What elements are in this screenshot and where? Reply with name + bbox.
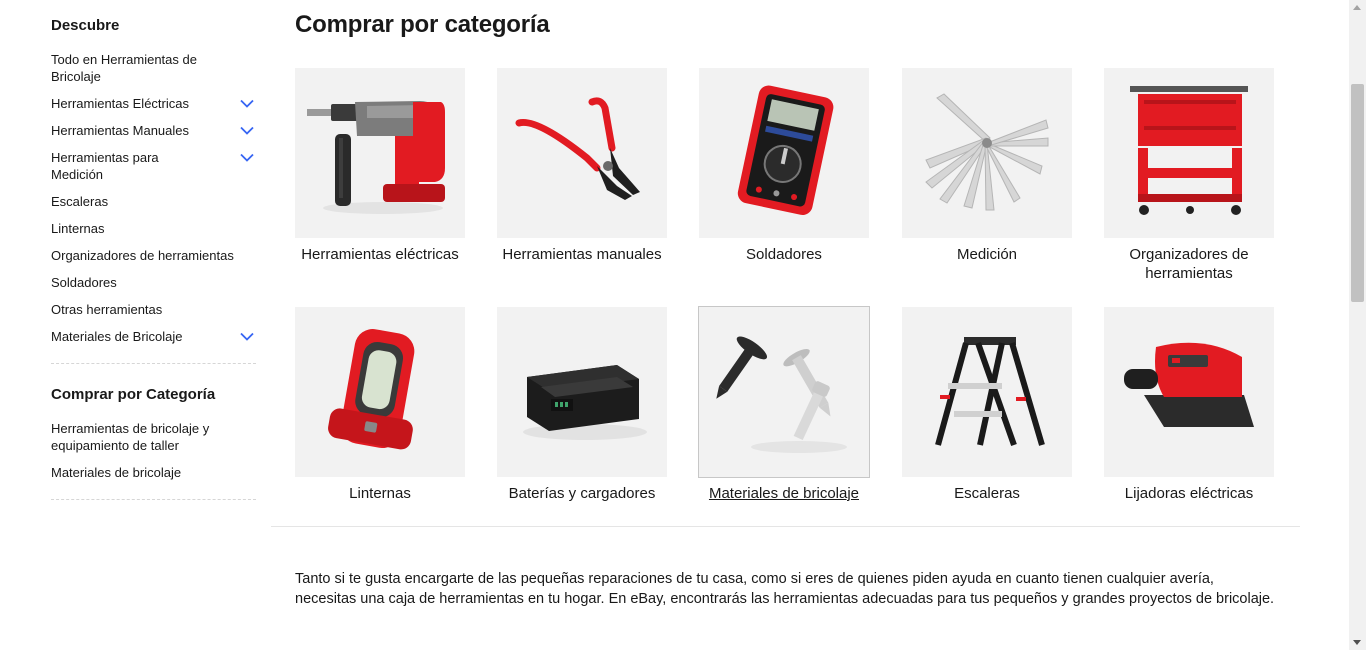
scrollbar-thumb[interactable]: [1351, 84, 1364, 302]
category-label: Soldadores: [746, 246, 822, 263]
sidebar-item-measuring-tools[interactable]: Herramientas para Medición: [51, 149, 256, 183]
category-label: Baterías y cargadores: [508, 485, 656, 502]
category-image: [295, 68, 465, 238]
rotary-hammer-drill-icon: [307, 101, 445, 214]
page-title: Comprar por categoría: [295, 11, 550, 38]
battery-pack-icon: [523, 365, 647, 440]
category-image: [1104, 68, 1274, 238]
sidebar-item-hand-tools[interactable]: Herramientas Manuales: [51, 122, 256, 139]
sidebar-item-soldering[interactable]: Soldadores: [51, 274, 256, 291]
sidebar-category-diy-workshop[interactable]: Herramientas de bricolaje y equipamiento…: [51, 420, 256, 454]
sidebar-item-label: Otras herramientas: [51, 302, 163, 317]
sidebar-item-flashlights[interactable]: Linternas: [51, 220, 256, 237]
page-scrollbar[interactable]: [1349, 0, 1366, 650]
feeler-gauge-icon: [925, 93, 1049, 211]
category-image: [902, 68, 1072, 238]
category-tile-flashlights[interactable]: Linternas: [295, 307, 465, 503]
shop-by-category-heading: Comprar por Categoría: [51, 386, 216, 403]
category-label: Lijadoras eléctricas: [1124, 485, 1254, 502]
sidebar-item-other-tools[interactable]: Otras herramientas: [51, 301, 256, 318]
category-label: Herramientas manuales: [502, 246, 662, 263]
category-tile-soldering[interactable]: Soldadores: [699, 68, 869, 264]
discover-heading: Descubre: [51, 17, 120, 34]
sidebar-item-tool-organizers[interactable]: Organizadores de herramientas: [51, 247, 256, 264]
category-tile-tool-organizers[interactable]: Organizadores de herramientas: [1104, 68, 1274, 283]
sidebar-item-power-tools[interactable]: Herramientas Eléctricas: [51, 95, 256, 112]
sidebar-item-label: Herramientas para Medición: [51, 150, 159, 182]
sidebar-divider: [51, 499, 256, 500]
scroll-down-arrow-icon[interactable]: [1353, 640, 1361, 645]
category-tile-sanders[interactable]: Lijadoras eléctricas: [1104, 307, 1274, 503]
screws-icon: [716, 336, 847, 453]
chevron-down-icon[interactable]: [240, 126, 254, 135]
sidebar-item-label: Organizadores de herramientas: [51, 248, 234, 263]
section-divider: [271, 526, 1300, 527]
detail-sander-icon: [1124, 342, 1254, 427]
category-tile-power-tools[interactable]: Herramientas eléctricas: [295, 68, 465, 264]
category-image: [295, 307, 465, 477]
sidebar-item-label: Soldadores: [51, 275, 117, 290]
sidebar-item-label: Escaleras: [51, 194, 109, 209]
sidebar-item-label: Todo en Herramientas de Bricolaje: [51, 52, 197, 84]
work-light-icon: [328, 329, 415, 450]
sidebar-item-label: Herramientas Manuales: [51, 123, 190, 138]
category-label: Materiales de bricolaje: [708, 485, 860, 502]
category-image: [698, 306, 870, 478]
category-tile-measuring[interactable]: Medición: [902, 68, 1072, 264]
scroll-up-arrow-icon[interactable]: [1353, 5, 1361, 10]
category-tile-batteries[interactable]: Baterías y cargadores: [497, 307, 667, 503]
pliers-icon: [515, 97, 640, 200]
category-label: Linternas: [349, 485, 411, 502]
category-image: [699, 68, 869, 238]
sidebar-item-label: Materiales de Bricolaje: [51, 329, 183, 344]
category-image: [497, 68, 667, 238]
sidebar-item-label: Herramientas de bricolaje y equipamiento…: [51, 421, 210, 453]
chevron-down-icon[interactable]: [240, 332, 254, 341]
category-image: [1104, 307, 1274, 477]
category-label: Organizadores de herramientas: [1129, 246, 1249, 282]
category-label: Escaleras: [954, 485, 1020, 502]
category-description: Tanto si te gusta encargarte de las pequ…: [295, 571, 1275, 607]
chevron-down-icon[interactable]: [240, 99, 254, 108]
category-label: Medición: [956, 246, 1018, 263]
category-image: [497, 307, 667, 477]
sidebar-item-ladders[interactable]: Escaleras: [51, 193, 256, 210]
sidebar-item-label: Linternas: [51, 221, 105, 236]
category-tile-hand-tools[interactable]: Herramientas manuales: [497, 68, 667, 264]
sidebar-item-label: Materiales de bricolaje: [51, 465, 182, 480]
multimeter-icon: [737, 85, 834, 216]
category-tile-diy-materials[interactable]: Materiales de bricolaje: [698, 306, 870, 503]
sidebar-item-label: Herramientas Eléctricas: [51, 96, 189, 111]
step-ladder-icon: [935, 337, 1045, 446]
tool-cart-icon: [1130, 86, 1248, 215]
sidebar-category-diy-materials[interactable]: Materiales de bricolaje: [51, 464, 256, 481]
chevron-down-icon[interactable]: [240, 153, 254, 162]
category-image: [902, 307, 1072, 477]
sidebar-item-diy-materials[interactable]: Materiales de Bricolaje: [51, 328, 256, 345]
sidebar-item-all-tools[interactable]: Todo en Herramientas de Bricolaje: [51, 51, 256, 85]
sidebar-divider: [51, 363, 256, 364]
category-tile-ladders[interactable]: Escaleras: [902, 307, 1072, 503]
category-label: Herramientas eléctricas: [301, 246, 459, 263]
